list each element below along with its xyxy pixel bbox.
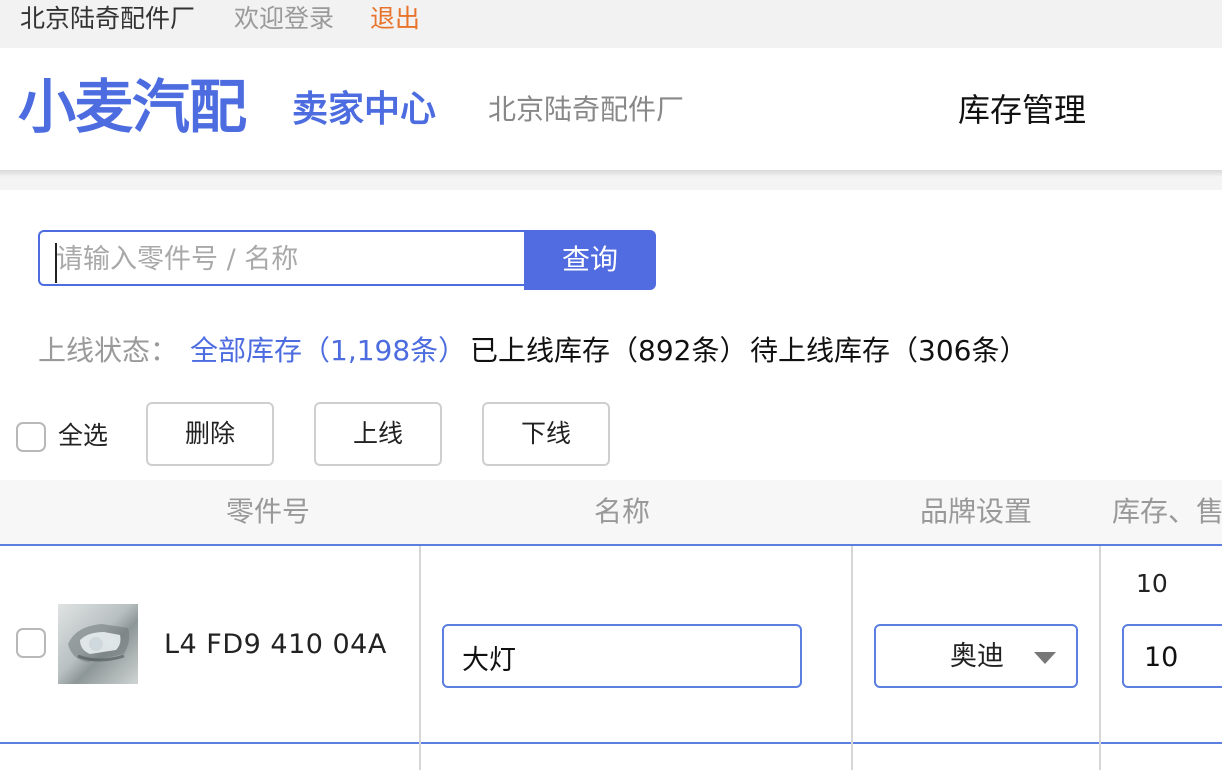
brand-select[interactable]: 奥迪	[874, 624, 1078, 688]
logo-subtitle: 卖家中心	[292, 89, 437, 130]
select-all-label: 全选	[58, 421, 109, 450]
status-filter-label: 上线状态：	[38, 334, 179, 367]
header-shop-name: 北京陆奇配件厂	[488, 93, 685, 126]
select-all-checkbox[interactable]	[16, 422, 46, 452]
top-bar: 北京陆奇配件厂 欢迎登录 退出	[0, 0, 1222, 48]
column-header-name: 名称	[594, 495, 651, 528]
filter-online-inventory[interactable]: 已上线库存（892条）	[470, 333, 747, 369]
brand-selected-value: 奥迪	[950, 641, 1004, 672]
top-shop-name: 北京陆奇配件厂	[20, 4, 196, 33]
column-header-brand: 品牌设置	[920, 495, 1033, 528]
logo: 小麦汽配	[18, 73, 247, 141]
nav-inventory-management[interactable]: 库存管理	[958, 90, 1086, 130]
search-button[interactable]: 查询	[524, 230, 656, 290]
stock-count: 10	[1136, 569, 1168, 598]
stock-field	[1122, 624, 1222, 688]
text-caret	[55, 243, 57, 283]
part-number: L4 FD9 410 04A	[164, 629, 387, 660]
filter-all-inventory[interactable]: 全部库存（1,198条）	[190, 333, 466, 369]
header-divider	[0, 170, 1222, 190]
column-header-part-number: 零件号	[226, 495, 311, 528]
column-divider	[1099, 546, 1101, 770]
name-field	[442, 624, 802, 688]
online-button[interactable]: 上线	[314, 402, 442, 466]
search-box	[38, 230, 524, 286]
filter-pending-inventory[interactable]: 待上线库存（306条）	[750, 333, 1027, 369]
part-thumbnail-image	[58, 604, 138, 684]
column-divider	[419, 546, 421, 770]
logout-link[interactable]: 退出	[370, 4, 420, 34]
column-header-stock: 库存、售	[1112, 495, 1222, 528]
offline-button[interactable]: 下线	[482, 402, 610, 466]
chevron-down-icon	[1034, 652, 1056, 664]
stock-input[interactable]	[1142, 636, 1222, 678]
delete-button[interactable]: 删除	[146, 402, 274, 466]
name-input[interactable]	[460, 636, 784, 678]
row-checkbox[interactable]	[16, 628, 46, 658]
table-header: 零件号 名称 品牌设置 库存、售	[0, 480, 1222, 546]
column-divider	[851, 546, 853, 770]
search-input[interactable]	[54, 238, 518, 280]
welcome-text: 欢迎登录	[234, 4, 335, 33]
